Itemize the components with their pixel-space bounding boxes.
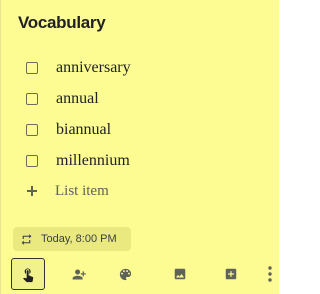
- plus-icon: [27, 186, 37, 196]
- add-list-item-label: List item: [55, 182, 109, 199]
- item-label[interactable]: biannual: [56, 121, 111, 139]
- reminder-label: Today, 8:00 PM: [41, 233, 117, 245]
- note-title[interactable]: Vocabulary: [18, 13, 106, 33]
- note-toolbar: [1, 258, 280, 294]
- list-item: annual: [26, 87, 266, 111]
- item-checkbox[interactable]: [26, 93, 38, 105]
- item-label[interactable]: annual: [56, 90, 99, 108]
- background-options-button[interactable]: [108, 258, 142, 290]
- gesture-button[interactable]: [11, 258, 45, 290]
- item-checkbox[interactable]: [26, 155, 38, 167]
- item-checkbox[interactable]: [26, 124, 38, 136]
- collaborator-button[interactable]: [62, 258, 96, 290]
- list-item: biannual: [26, 118, 266, 142]
- item-label[interactable]: millennium: [56, 152, 130, 170]
- note-card: Vocabulary anniversary annual biannual m…: [0, 0, 279, 294]
- item-label[interactable]: anniversary: [56, 59, 131, 77]
- repeat-icon: [21, 233, 32, 245]
- add-list-item[interactable]: List item: [27, 180, 109, 202]
- archive-button[interactable]: [214, 258, 248, 290]
- more-vert-icon: [268, 266, 272, 282]
- more-options-button[interactable]: [260, 258, 280, 290]
- reminder-chip[interactable]: Today, 8:00 PM: [13, 227, 131, 251]
- item-checkbox[interactable]: [26, 62, 38, 74]
- archive-icon: [225, 268, 237, 280]
- gesture-icon: [23, 268, 34, 282]
- image-icon: [174, 268, 186, 280]
- add-collaborator-icon: [72, 269, 86, 279]
- list-item: millennium: [26, 149, 266, 173]
- list-item: anniversary: [26, 56, 266, 80]
- palette-icon: [119, 268, 131, 280]
- add-image-button[interactable]: [163, 258, 197, 290]
